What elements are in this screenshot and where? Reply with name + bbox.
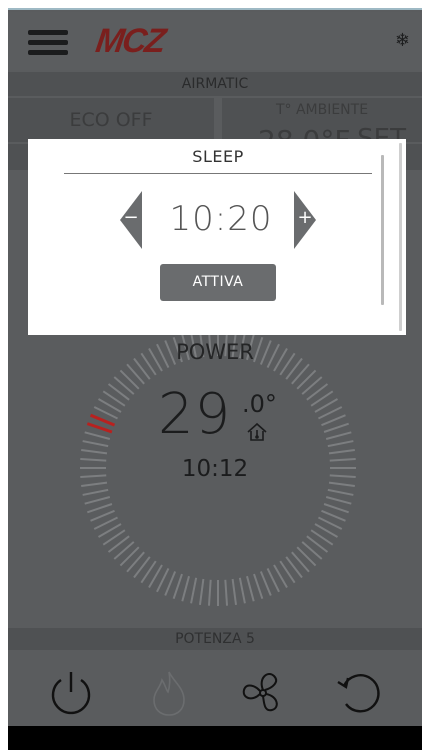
dial-tick xyxy=(86,422,113,434)
sleep-time: 10:20 xyxy=(169,199,273,239)
dial-tick xyxy=(325,431,352,440)
activate-button[interactable]: ATTIVA xyxy=(160,264,276,301)
minus-icon: − xyxy=(123,207,139,228)
dial-tick xyxy=(84,496,111,505)
dial-tick xyxy=(90,509,115,522)
sleep-dialog: SLEEP − 10:20 + ATTIVA xyxy=(28,139,406,335)
increase-button[interactable]: + xyxy=(294,191,316,249)
power-level-bar[interactable]: POTENZA 5 xyxy=(8,628,422,650)
snowflake-icon[interactable]: ❄ xyxy=(395,30,410,51)
dial-tick xyxy=(89,413,116,427)
dial-tick xyxy=(327,488,354,496)
logo: MCZ xyxy=(93,22,167,60)
mode-label: POWER xyxy=(176,340,254,364)
bottom-toolbar xyxy=(8,654,422,726)
dial-tick xyxy=(253,573,264,599)
dial-tick xyxy=(81,448,108,455)
scrollbar-track[interactable] xyxy=(381,155,384,305)
ambient-temperature-panel[interactable]: T° AMBIENTE 28.0°F SET xyxy=(222,98,422,157)
dialog-title: SLEEP xyxy=(192,147,244,166)
plus-icon: + xyxy=(297,207,313,228)
dial-tick xyxy=(190,577,198,604)
dial-tick xyxy=(198,578,205,605)
app-screen: MCZ ❄ AIRMATIC ECO OFF T° AMBIENTE 28.0°… xyxy=(8,10,422,750)
temperature-decimal: .0° xyxy=(242,390,277,418)
temperature-value: 29 xyxy=(158,382,232,447)
dial-tick xyxy=(328,448,355,455)
menu-icon[interactable] xyxy=(28,30,68,56)
dial-tick xyxy=(84,431,111,440)
dial-tick xyxy=(181,575,190,602)
dial-tick xyxy=(321,509,346,522)
dial-tick xyxy=(231,578,238,605)
dial-tick xyxy=(87,503,113,514)
dial-tick xyxy=(246,575,255,602)
title-divider xyxy=(64,173,372,174)
dial-tick xyxy=(82,488,109,496)
dial-tick xyxy=(224,579,229,606)
dial-tick xyxy=(323,422,349,433)
flame-icon[interactable] xyxy=(144,668,194,718)
dial-tick xyxy=(164,571,177,596)
dial-tick xyxy=(82,440,109,448)
dial-tick xyxy=(172,573,183,599)
refresh-icon[interactable] xyxy=(334,668,384,718)
dial-tick xyxy=(238,577,246,604)
dial-tick xyxy=(325,496,352,505)
dial-tick xyxy=(81,481,108,488)
dial-tick xyxy=(323,503,349,514)
dial-tick xyxy=(259,571,272,596)
system-nav-bar xyxy=(8,726,422,750)
decrease-button[interactable]: − xyxy=(120,191,142,249)
header: MCZ ❄ xyxy=(8,12,422,70)
scrollbar[interactable] xyxy=(399,143,402,331)
dial-tick xyxy=(328,481,355,488)
clock: 10:12 xyxy=(181,456,249,482)
airmatic-bar[interactable]: AIRMATIC xyxy=(8,72,422,96)
home-thermometer-icon xyxy=(247,422,267,441)
dial-tick xyxy=(327,440,354,448)
power-icon[interactable] xyxy=(46,668,96,718)
fan-icon[interactable] xyxy=(238,668,288,718)
dial-tick xyxy=(207,579,212,606)
dial-tick xyxy=(321,414,346,427)
eco-button[interactable]: ECO OFF xyxy=(8,98,214,142)
ambient-label: T° AMBIENTE xyxy=(275,102,369,118)
